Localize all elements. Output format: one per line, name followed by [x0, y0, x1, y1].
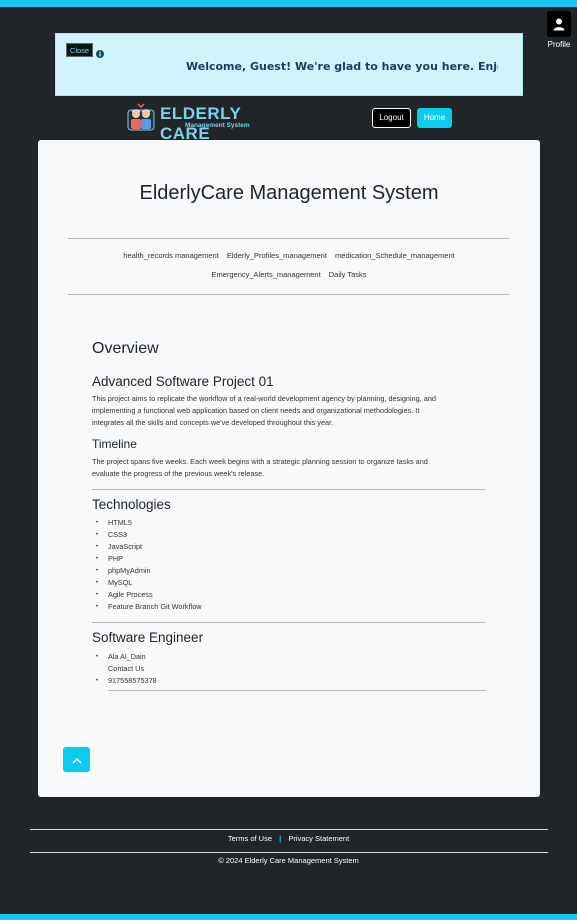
user-icon: [547, 11, 571, 37]
nav-link-medication-schedule[interactable]: medication_Schedule_management: [335, 251, 455, 260]
top-accent-bar: [0, 0, 577, 7]
scroll-to-top-button[interactable]: [63, 747, 90, 772]
list-item: MySQL: [96, 577, 202, 589]
logo-subtitle: Management System: [185, 122, 250, 129]
chevron-up-icon: [71, 751, 82, 769]
engineer-list: Ala Al_Dain Contact Us 917558575378: [96, 651, 157, 687]
footer-links: Terms of Use | Privacy Statement: [0, 834, 577, 843]
home-button[interactable]: Home: [417, 108, 452, 128]
terms-of-use-link[interactable]: Terms of Use: [228, 834, 272, 843]
profile-button[interactable]: Profile: [546, 11, 572, 49]
welcome-banner: Close Welcome, Guest! We're glad to have…: [55, 33, 523, 96]
nav-link-elderly-profiles[interactable]: Elderly_Profiles_management: [227, 251, 327, 260]
main-content-card: ElderlyCare Management System health_rec…: [38, 140, 540, 797]
list-item: PHP: [96, 553, 202, 565]
engineer-heading: Software Engineer: [92, 630, 204, 645]
divider: [68, 238, 510, 239]
engineer-name: Ala Al_Dain: [96, 651, 157, 663]
divider: [92, 489, 486, 490]
project-description: This project aims to replicate the workf…: [92, 394, 436, 427]
divider: [108, 690, 486, 691]
list-item: JavaScript: [96, 541, 202, 553]
timeline-heading: Timeline: [92, 437, 137, 451]
divider: [92, 622, 486, 623]
engineer-phone: 917558575378: [96, 675, 157, 687]
welcome-marquee-text: Welcome, Guest! We're glad to have you h…: [186, 60, 498, 73]
nav-link-daily-tasks[interactable]: Daily Tasks: [329, 270, 367, 279]
technologies-heading: Technologies: [92, 497, 171, 512]
page-title: ElderlyCare Management System: [139, 182, 439, 204]
info-icon: [96, 45, 104, 63]
close-banner-button[interactable]: Close: [66, 43, 93, 57]
nav-links-row-2: Emergency_Alerts_management Daily Tasks: [38, 270, 540, 279]
nav-link-health-records[interactable]: health_records management: [123, 251, 218, 260]
footer-divider: [30, 852, 548, 853]
list-item: phpMyAdmin: [96, 565, 202, 577]
list-item: HTML5: [96, 517, 202, 529]
profile-label: Profile: [547, 40, 571, 49]
project-heading: Advanced Software Project 01: [92, 374, 274, 389]
timeline-description: The project spans five weeks. Each week …: [92, 457, 428, 478]
bottom-accent-bar: [0, 914, 577, 920]
copyright-text: © 2024 Elderly Care Management System: [218, 856, 359, 865]
list-item: Feature Branch Git Workflow: [96, 601, 201, 613]
logout-button[interactable]: Logout: [372, 108, 411, 128]
list-item: CSS3: [96, 529, 202, 541]
list-item: Agile Process: [96, 589, 202, 601]
nav-links-row-1: health_records management Elderly_Profil…: [38, 251, 540, 260]
privacy-statement-link[interactable]: Privacy Statement: [288, 834, 349, 843]
overview-heading: Overview: [92, 340, 159, 357]
app-logo[interactable]: ELDERLY CARE Management System: [127, 102, 279, 143]
footer-separator: |: [279, 834, 282, 843]
footer-divider: [30, 829, 548, 830]
nav-link-emergency-alerts[interactable]: Emergency_Alerts_management: [211, 270, 320, 279]
technologies-list: HTML5 CSS3 JavaScript PHP phpMyAdmin MyS…: [96, 517, 202, 613]
divider: [68, 294, 510, 295]
contact-us-link[interactable]: Contact Us: [108, 663, 157, 675]
